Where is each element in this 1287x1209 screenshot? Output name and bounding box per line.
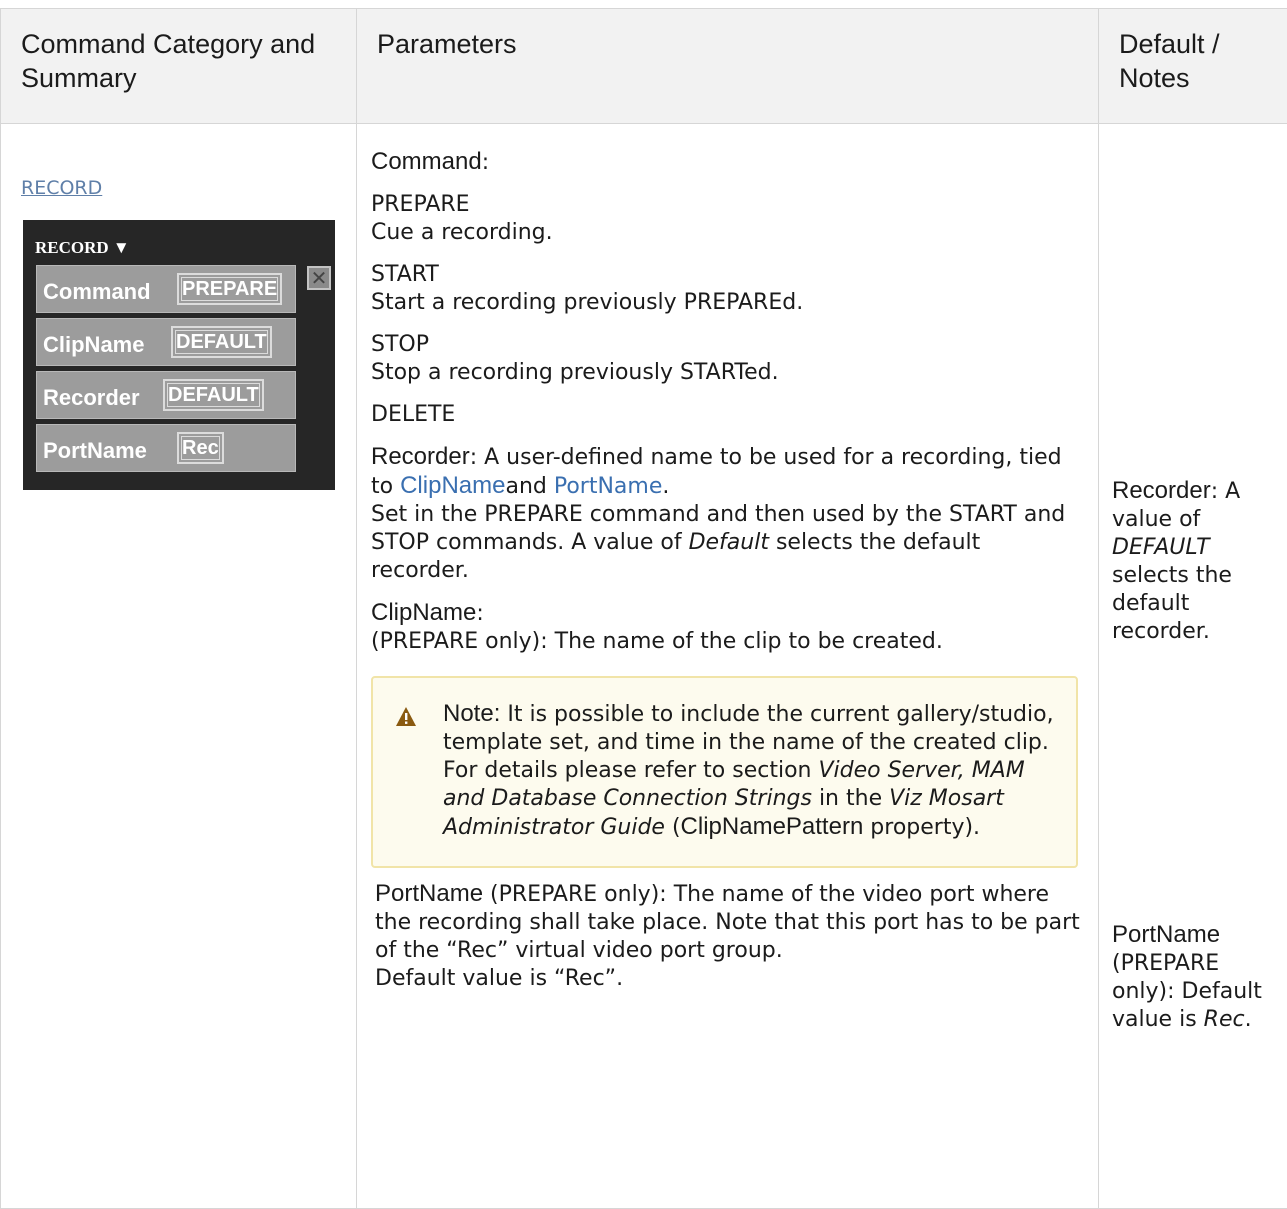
- command-start: STARTStart a recording previously PREPAR…: [371, 261, 1082, 317]
- table-row: RECORD RECORD ▼ Command PREPARE ClipName…: [1, 124, 1287, 1209]
- recorder-default-note: Recorder: A value of DEFAULT selects the…: [1112, 477, 1280, 646]
- widget-row-portname: PortName Rec: [36, 424, 296, 472]
- clipname-description: ClipName: (PREPARE only): The name of th…: [371, 599, 1082, 656]
- portname-description: PortName (PREPARE only): The name of the…: [371, 880, 1082, 993]
- header-parameters: Parameters: [357, 9, 1099, 124]
- dropdown-arrow-icon: ▼: [113, 238, 130, 257]
- recorder-description: Recorder: A user-defined name to be used…: [371, 443, 1082, 585]
- command-prepare: PREPARECue a recording.: [371, 191, 1082, 247]
- record-widget-image: RECORD ▼ Command PREPARE ClipName DEFAUL…: [23, 220, 335, 490]
- table-header-row: Command Category and Summary Parameters …: [1, 9, 1287, 124]
- widget-title: RECORD ▼: [35, 234, 130, 262]
- note-box: Note: It is possible to include the curr…: [371, 676, 1078, 868]
- widget-row-command: Command PREPARE: [36, 265, 296, 313]
- widget-row-clipname: ClipName DEFAULT: [36, 318, 296, 366]
- header-command-category: Command Category and Summary: [1, 9, 357, 124]
- command-stop: STOPStop a recording previously STARTed.: [371, 331, 1082, 387]
- command-table: Command Category and Summary Parameters …: [0, 8, 1287, 1209]
- summary-cell: RECORD RECORD ▼ Command PREPARE ClipName…: [1, 124, 357, 1209]
- widget-row-recorder: Recorder DEFAULT: [36, 371, 296, 419]
- command-delete: DELETE: [371, 401, 1082, 429]
- close-icon: ✕: [307, 266, 331, 290]
- header-default-notes: Default / Notes: [1099, 9, 1287, 124]
- parameters-cell: Command: PREPARECue a recording. STARTSt…: [357, 124, 1099, 1209]
- command-list: PREPARECue a recording. STARTStart a rec…: [371, 191, 1082, 429]
- warning-icon: [395, 706, 417, 728]
- record-link[interactable]: RECORD: [21, 174, 346, 202]
- portname-link[interactable]: PortName: [554, 474, 663, 499]
- portname-default-note: PortName (PREPARE only): Default value i…: [1112, 921, 1280, 1034]
- note-label: Note:: [443, 700, 500, 727]
- clipname-link[interactable]: ClipName: [400, 472, 505, 499]
- command-heading: Command:: [371, 148, 1082, 177]
- defaults-cell: Recorder: A value of DEFAULT selects the…: [1099, 124, 1287, 1209]
